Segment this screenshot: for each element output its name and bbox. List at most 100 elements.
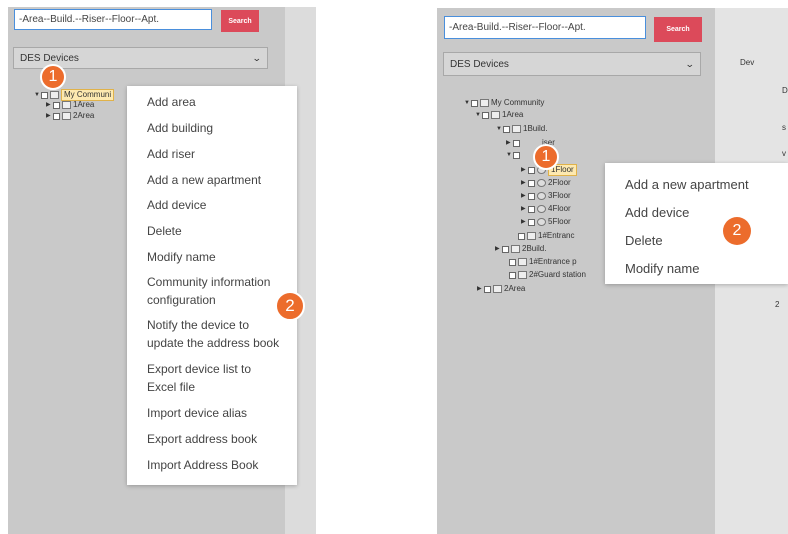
menu-item-add-device[interactable]: Add device <box>147 196 206 214</box>
tree-node-community[interactable]: ▼ My Community <box>464 98 544 108</box>
menu-item-modify-name[interactable]: Modify name <box>625 261 699 276</box>
caret-right-icon[interactable]: ▶ <box>521 191 528 201</box>
tree-node-floor[interactable]: ▶ 4Floor <box>521 204 571 214</box>
menu-item-delete[interactable]: Delete <box>625 233 663 248</box>
menu-item-import-address-book[interactable]: Import Address Book <box>147 456 258 474</box>
checkbox[interactable] <box>528 166 535 174</box>
caret-down-icon[interactable]: ▼ <box>34 90 41 100</box>
checkbox[interactable] <box>528 218 535 226</box>
caret-right-icon[interactable]: ▶ <box>46 111 53 121</box>
checkbox[interactable] <box>513 139 520 147</box>
search-button[interactable]: Search <box>654 17 702 42</box>
tree-node-label: 2Area <box>73 111 95 120</box>
tree-node-label: 2Floor <box>548 178 571 187</box>
caret-right-icon[interactable]: ▶ <box>506 138 513 148</box>
detail-label: v <box>782 149 786 158</box>
left-context-menu: Add area Add building Add riser Add a ne… <box>127 86 297 485</box>
tree-node-building[interactable]: ▶ 2Build. <box>495 244 546 254</box>
detail-label: s <box>782 123 786 132</box>
caret-right-icon[interactable]: ▶ <box>521 204 528 214</box>
checkbox[interactable] <box>528 179 535 187</box>
checkbox[interactable] <box>528 192 535 200</box>
area-icon <box>62 112 71 120</box>
chevron-down-icon: ⌄ <box>252 52 263 63</box>
tree-node-building[interactable]: ▼ 1Build. <box>496 124 547 134</box>
checkbox[interactable] <box>482 111 489 119</box>
tree-node-floor[interactable]: ▶ 2Floor <box>521 178 571 188</box>
tree-node-area[interactable]: ▶ 1Area <box>46 100 94 110</box>
menu-item-add-building[interactable]: Add building <box>147 119 213 137</box>
checkbox[interactable] <box>53 112 60 120</box>
caret-down-icon[interactable]: ▼ <box>475 110 482 120</box>
caret-down-icon[interactable]: ▼ <box>464 98 471 108</box>
menu-item-add-area[interactable]: Add area <box>147 93 196 111</box>
tree-node-label: 2Area <box>504 284 526 293</box>
caret-down-icon[interactable]: ▼ <box>506 150 513 160</box>
tree-node-label: 3Floor <box>548 191 571 200</box>
community-icon <box>50 91 59 99</box>
menu-item-delete[interactable]: Delete <box>147 222 182 240</box>
menu-item-community-config-line1[interactable]: Community information <box>147 273 270 291</box>
menu-item-add-riser[interactable]: Add riser <box>147 145 195 163</box>
menu-item-export-address-book[interactable]: Export address book <box>147 430 257 448</box>
tree-node-label: 2Build. <box>522 244 547 253</box>
entrance-icon <box>518 258 527 266</box>
menu-item-export-device-line1[interactable]: Export device list to <box>147 360 251 378</box>
area-search-input[interactable]: -Area-Build.--Riser--Floor--Apt. <box>444 16 646 39</box>
tree-node-label: 1#Entranc <box>538 231 575 240</box>
checkbox[interactable] <box>471 99 478 107</box>
checkbox[interactable] <box>513 151 520 159</box>
tree-node-entrance[interactable]: 1#Entranc <box>518 231 574 241</box>
tree-node-area[interactable]: ▼ 1Area <box>475 110 523 120</box>
menu-item-add-device[interactable]: Add device <box>625 205 689 220</box>
tree-node-guard-station[interactable]: 2#Guard station <box>509 270 586 280</box>
menu-item-notify-line1[interactable]: Notify the device to <box>147 316 249 334</box>
checkbox[interactable] <box>502 245 509 253</box>
checkbox[interactable] <box>528 205 535 213</box>
caret-right-icon[interactable]: ▶ <box>495 244 502 254</box>
caret-right-icon[interactable]: ▶ <box>521 178 528 188</box>
tree-node-label: 2#Guard station <box>529 270 586 279</box>
checkbox[interactable] <box>484 285 491 293</box>
step-1-badge: 1 <box>40 64 66 90</box>
caret-down-icon[interactable]: ▼ <box>496 124 503 134</box>
tree-node-label: My Community <box>491 98 545 107</box>
caret-right-icon[interactable]: ▶ <box>46 100 53 110</box>
tree-node-entrance[interactable]: 1#Entrance p <box>509 257 577 267</box>
checkbox[interactable] <box>509 258 516 266</box>
detail-label: D <box>782 86 788 95</box>
menu-item-add-apartment[interactable]: Add a new apartment <box>147 171 261 189</box>
checkbox[interactable] <box>41 91 48 99</box>
guard-station-icon <box>518 271 527 279</box>
tree-node-floor[interactable]: ▶ 3Floor <box>521 191 571 201</box>
caret-right-icon[interactable]: ▶ <box>477 284 484 294</box>
step-2-badge: 2 <box>723 217 751 245</box>
checkbox[interactable] <box>518 232 525 240</box>
menu-item-modify-name[interactable]: Modify name <box>147 248 216 266</box>
right-context-menu: Add a new apartment Add device Delete Mo… <box>605 163 788 284</box>
menu-item-community-config-line2[interactable]: configuration <box>147 291 216 309</box>
checkbox[interactable] <box>509 271 516 279</box>
building-icon <box>511 245 520 253</box>
area-search-input[interactable]: -Area--Build.--Riser--Floor--Apt. <box>14 9 212 30</box>
device-type-select[interactable]: DES Devices ⌄ <box>443 52 701 76</box>
floor-icon <box>537 218 546 226</box>
device-type-value: DES Devices <box>20 52 79 64</box>
tree-node-area[interactable]: ▶ 2Area <box>477 284 525 294</box>
menu-item-add-apartment[interactable]: Add a new apartment <box>625 177 749 192</box>
tree-node-area[interactable]: ▶ 2Area <box>46 111 94 121</box>
caret-right-icon[interactable]: ▶ <box>521 165 528 175</box>
tree-node-label: 5Floor <box>548 217 571 226</box>
tree-node-floor[interactable]: ▶ 5Floor <box>521 217 571 227</box>
checkbox[interactable] <box>503 125 510 133</box>
device-type-value: DES Devices <box>450 58 509 70</box>
menu-item-export-device-line2[interactable]: Excel file <box>147 378 195 396</box>
checkbox[interactable] <box>53 101 60 109</box>
building-icon <box>512 125 521 133</box>
tree-node-label: 4Floor <box>548 204 571 213</box>
area-icon <box>62 101 71 109</box>
caret-right-icon[interactable]: ▶ <box>521 217 528 227</box>
menu-item-import-alias[interactable]: Import device alias <box>147 404 247 422</box>
search-button[interactable]: Search <box>221 10 259 32</box>
menu-item-notify-line2[interactable]: update the address book <box>147 334 279 352</box>
